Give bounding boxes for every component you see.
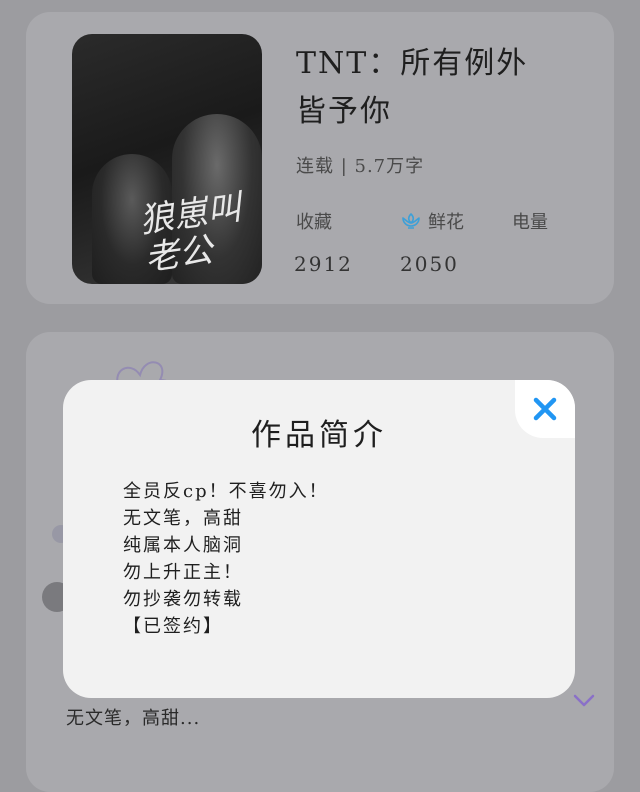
- collect-value: 2912: [294, 252, 353, 276]
- collect-label: 收藏: [296, 212, 332, 233]
- intro-modal: 作品简介 全员反cp！不喜勿入！ 无文笔，高甜 纯属本人脑洞 勿上升正主！ 勿抄…: [63, 380, 575, 698]
- power-label[interactable]: 电量: [512, 208, 548, 234]
- summary-preview: 无文笔，高甜...: [66, 708, 201, 729]
- flower-stat[interactable]: 鲜花: [400, 208, 464, 234]
- book-status-line: 连载 | 5.7万字: [296, 156, 425, 177]
- intro-line: 无文笔，高甜: [123, 508, 243, 529]
- flower-icon: [402, 213, 420, 229]
- intro-text: 全员反cp！不喜勿入！ 无文笔，高甜 纯属本人脑洞 勿上升正主！ 勿抄袭勿转载 …: [123, 478, 329, 640]
- intro-line: 勿抄袭勿转载: [123, 589, 243, 610]
- cover-title-art: 狼崽叫老公: [137, 187, 244, 279]
- flower-label: 鲜花: [428, 212, 464, 233]
- flower-value: 2050: [400, 252, 459, 276]
- chevron-down-icon[interactable]: [572, 690, 596, 710]
- intro-line: 勿上升正主！: [123, 562, 243, 583]
- modal-title: 作品简介: [251, 418, 387, 453]
- book-cover[interactable]: 狼崽叫老公: [72, 34, 262, 284]
- intro-line: 纯属本人脑洞: [123, 535, 243, 556]
- intro-line: 【已签约】: [123, 616, 223, 637]
- intro-line: 全员反cp！不喜勿入！: [123, 481, 329, 502]
- book-title: TNT：所有例外皆予你: [296, 46, 529, 129]
